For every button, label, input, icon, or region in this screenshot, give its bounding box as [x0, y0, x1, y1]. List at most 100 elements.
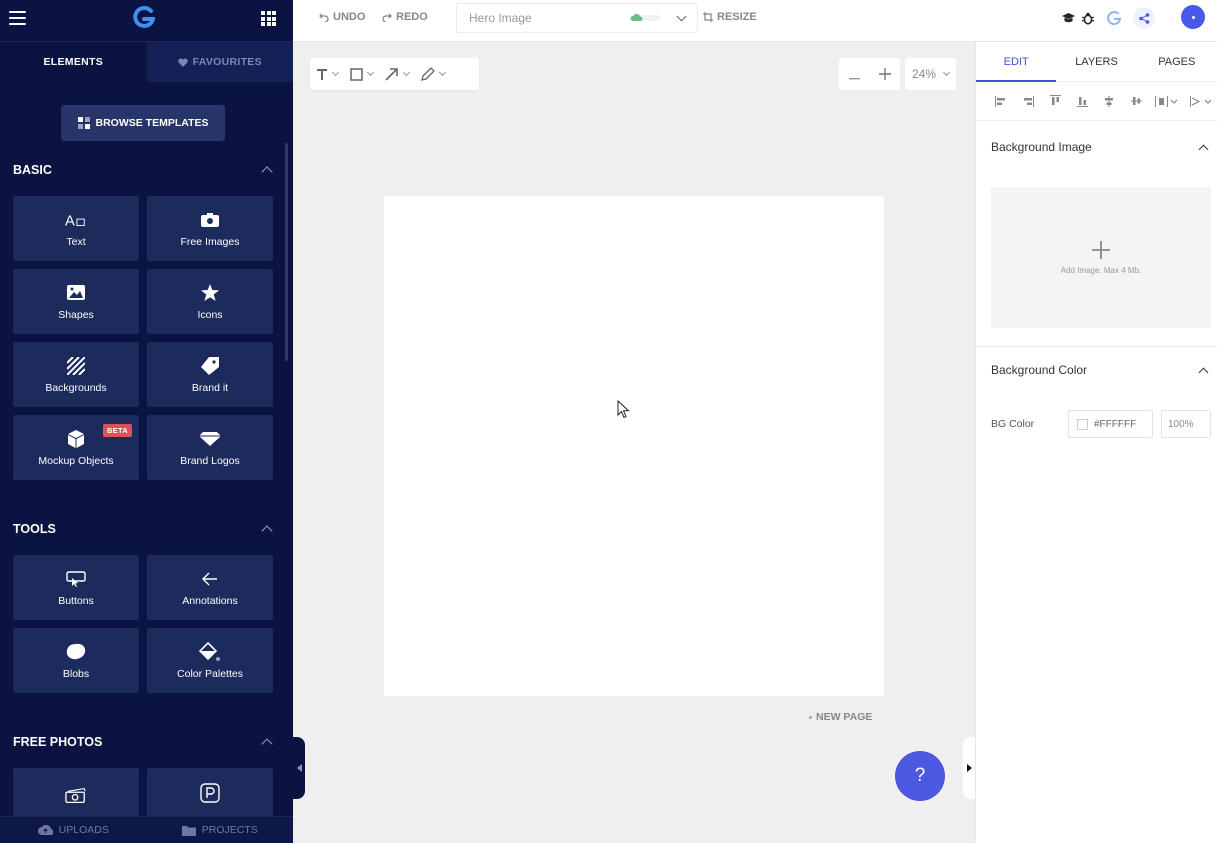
- resize-label: RESIZE: [717, 11, 757, 23]
- share-button[interactable]: [1133, 7, 1155, 29]
- chevron-up-icon[interactable]: [261, 166, 273, 178]
- tool-annotations[interactable]: Annotations: [147, 555, 273, 620]
- g-brand-icon[interactable]: [1103, 7, 1125, 29]
- tool-buttons[interactable]: Buttons: [13, 555, 139, 620]
- redo-icon: [382, 13, 392, 22]
- align-center-vertical-icon[interactable]: [1127, 93, 1145, 109]
- tab-pages[interactable]: PAGES: [1137, 42, 1217, 81]
- element-free-images[interactable]: Free Images: [147, 196, 273, 261]
- pexels-icon: [199, 783, 221, 803]
- chevron-down-icon[interactable]: [438, 68, 447, 77]
- align-right-icon[interactable]: [1019, 93, 1037, 109]
- bg-opacity-value: 100%: [1168, 418, 1194, 430]
- element-icons[interactable]: Icons: [147, 269, 273, 334]
- uploads-label: UPLOADS: [58, 824, 109, 836]
- uploads-button[interactable]: UPLOADS: [0, 817, 147, 843]
- element-backgrounds[interactable]: Backgrounds: [13, 342, 139, 407]
- new-page-label: NEW PAGE: [816, 711, 873, 723]
- zoom-level-select[interactable]: 24%: [905, 58, 956, 90]
- document-name-field[interactable]: Hero Image: [456, 3, 698, 33]
- background-image-header[interactable]: Background Image: [991, 140, 1211, 154]
- svg-text:A: A: [65, 213, 75, 228]
- arrow-left-icon: [199, 569, 221, 589]
- element-text-label: Text: [66, 235, 86, 248]
- element-shapes[interactable]: Shapes: [13, 269, 139, 334]
- element-mockup-objects[interactable]: BETA Mockup Objects: [13, 415, 139, 480]
- tab-elements[interactable]: ELEMENTS: [0, 42, 147, 82]
- chevron-down-icon[interactable]: [331, 68, 340, 77]
- tool-blobs[interactable]: Blobs: [13, 628, 139, 693]
- more-align-icon[interactable]: [1189, 93, 1215, 109]
- chevron-down-icon[interactable]: [402, 68, 411, 77]
- text-tool[interactable]: [310, 58, 344, 90]
- shape-tool[interactable]: [344, 58, 379, 90]
- user-avatar[interactable]: [1181, 5, 1205, 29]
- color-swatch[interactable]: [1077, 418, 1088, 430]
- properties-tabs: EDIT LAYERS PAGES: [976, 42, 1217, 82]
- element-brand-logos-label: Brand Logos: [180, 454, 240, 467]
- chevron-up-icon[interactable]: [1198, 367, 1209, 377]
- section-free-photos-title: FREE PHOTOS: [13, 735, 103, 749]
- button-cursor-icon: [65, 569, 87, 589]
- tab-edit[interactable]: EDIT: [976, 42, 1057, 82]
- alignment-toolbar: [976, 82, 1217, 121]
- element-brand-logos[interactable]: Brand Logos: [147, 415, 273, 480]
- bug-icon[interactable]: [1081, 7, 1095, 29]
- undo-button[interactable]: UNDO: [319, 0, 365, 34]
- pen-tool[interactable]: [415, 58, 451, 90]
- document-name-text: Hero Image: [469, 11, 532, 25]
- distribute-icon[interactable]: [1154, 93, 1180, 109]
- camera-icon: [199, 210, 221, 230]
- undo-icon: [319, 13, 329, 22]
- zoom-in-button[interactable]: [878, 64, 891, 85]
- chevron-down-icon[interactable]: [676, 11, 687, 22]
- section-basic-header[interactable]: BASIC: [13, 163, 275, 178]
- tab-favourites[interactable]: FAVOURITES: [146, 42, 293, 82]
- beta-badge: BETA: [102, 424, 132, 437]
- element-icons-label: Icons: [197, 308, 223, 321]
- sidebar-scrollbar[interactable]: [285, 143, 288, 361]
- tool-color-palettes[interactable]: Color Palettes: [147, 628, 273, 693]
- projects-button[interactable]: PROJECTS: [147, 817, 294, 843]
- align-top-icon[interactable]: [1046, 93, 1064, 109]
- section-tools-header[interactable]: TOOLS: [13, 522, 275, 537]
- apps-grid-icon[interactable]: [261, 11, 276, 26]
- section-basic-title: BASIC: [13, 163, 52, 177]
- bg-color-row: BG Color #FFFFFF 100%: [991, 410, 1213, 438]
- element-mockup-objects-label: Mockup Objects: [38, 454, 114, 467]
- zoom-out-button[interactable]: [848, 64, 860, 85]
- plus-icon: [1091, 240, 1111, 262]
- design-canvas[interactable]: [384, 196, 884, 696]
- new-page-button[interactable]: NEW PAGE: [809, 711, 872, 723]
- chevron-down-icon[interactable]: [942, 68, 951, 77]
- align-center-horizontal-icon[interactable]: [1100, 93, 1118, 109]
- bg-opacity-field[interactable]: 100%: [1161, 410, 1211, 438]
- pencil-icon: [421, 67, 435, 81]
- background-color-header[interactable]: Background Color: [991, 363, 1211, 377]
- app-logo[interactable]: [133, 6, 155, 30]
- tab-layers[interactable]: LAYERS: [1056, 42, 1136, 81]
- sidebar-bottom-bar: UPLOADS PROJECTS: [0, 816, 293, 843]
- element-brand-it[interactable]: Brand it: [147, 342, 273, 407]
- align-left-icon[interactable]: [992, 93, 1010, 109]
- resize-button[interactable]: RESIZE: [703, 0, 757, 34]
- chevron-up-icon[interactable]: [261, 738, 273, 750]
- browse-templates-button[interactable]: BROWSE TEMPLATES: [61, 105, 225, 141]
- redo-button[interactable]: REDO: [382, 0, 428, 34]
- collapse-right-panel-button[interactable]: [963, 737, 975, 799]
- mouse-cursor-icon: [617, 400, 630, 419]
- chevron-up-icon[interactable]: [261, 525, 273, 537]
- chevron-down-icon[interactable]: [366, 68, 375, 77]
- background-color-title: Background Color: [991, 363, 1088, 377]
- help-button[interactable]: ?: [895, 751, 945, 801]
- section-free-photos-header[interactable]: FREE PHOTOS: [13, 735, 275, 750]
- chevron-up-icon[interactable]: [1198, 144, 1209, 154]
- hamburger-menu-icon[interactable]: [9, 11, 26, 25]
- align-bottom-icon[interactable]: [1073, 93, 1091, 109]
- element-text[interactable]: A Text: [13, 196, 139, 261]
- background-image-dropzone[interactable]: Add Image. Max 4 Mb.: [991, 187, 1211, 328]
- collapse-sidebar-button[interactable]: [293, 737, 305, 799]
- arrow-tool[interactable]: [379, 58, 415, 90]
- bg-color-hex-field[interactable]: #FFFFFF: [1068, 410, 1153, 438]
- graduation-cap-icon[interactable]: [1061, 7, 1075, 29]
